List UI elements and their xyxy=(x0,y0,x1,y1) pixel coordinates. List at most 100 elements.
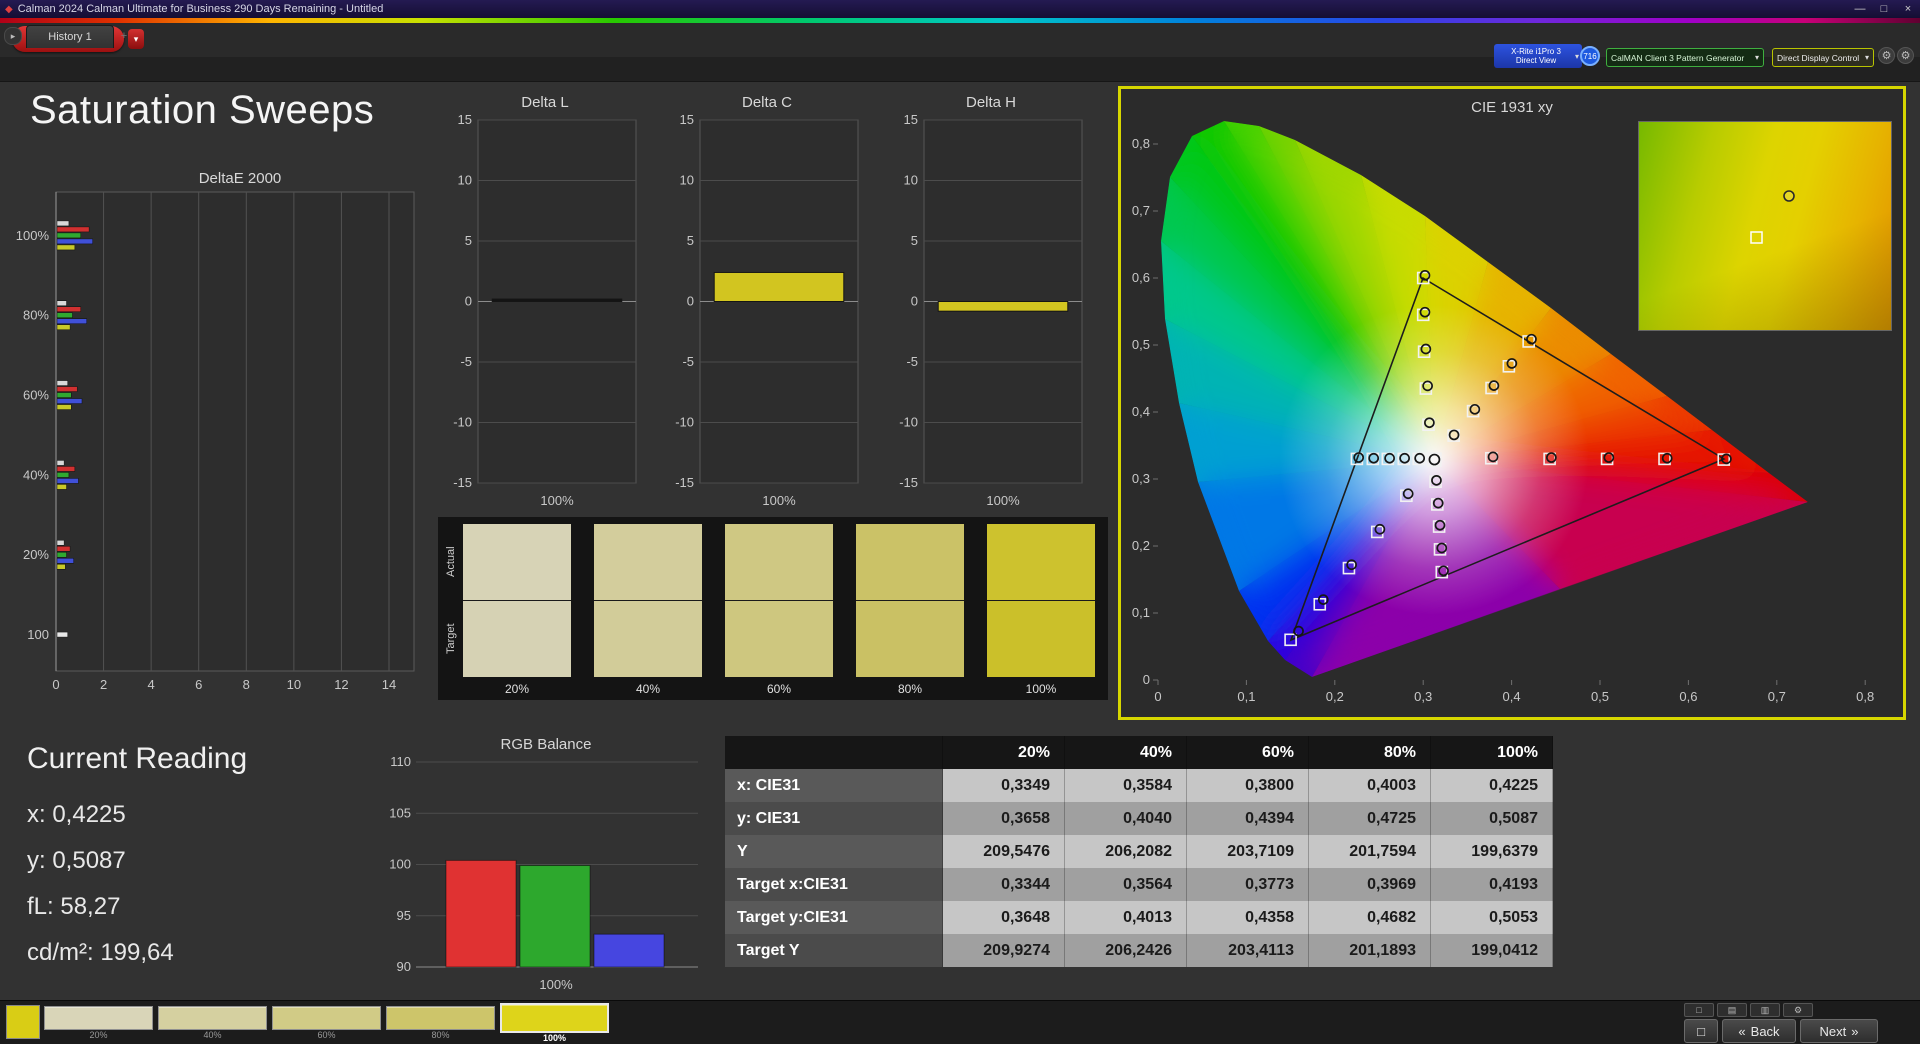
target-row-label: Target xyxy=(445,623,457,655)
deltae-bar xyxy=(56,472,70,478)
deltae-2000-chart: 0 2 4 6 8 10 12 14 100% 80% 60% 40% 20% 100 xyxy=(16,191,415,692)
patch-label: 100% xyxy=(542,1033,567,1043)
footer-tool-button-2[interactable]: ▥ xyxy=(1750,1003,1780,1017)
panel-expand-button[interactable]: ▸ xyxy=(4,27,22,45)
actual-swatch xyxy=(856,524,964,600)
target-swatch xyxy=(463,600,571,677)
table-header: 100% xyxy=(1431,736,1553,769)
swatch-column-100%: 100% xyxy=(987,524,1095,700)
chevron-down-icon: ▾ xyxy=(1754,53,1759,62)
saturation-patch-60%[interactable]: 60% xyxy=(272,1006,381,1041)
footer-tool-button-0[interactable]: □ xyxy=(1684,1003,1714,1017)
deltae-bar xyxy=(56,318,87,324)
svg-text:-10: -10 xyxy=(675,415,694,430)
meter-dropdown[interactable]: X-Rite i1Pro 3 Direct View ▾ xyxy=(1494,44,1582,68)
patch-label: 60% xyxy=(317,1030,336,1040)
cie-zoom-inset xyxy=(1638,121,1892,331)
table-cell: 201,7594 xyxy=(1309,835,1431,868)
table-cell: 0,4193 xyxy=(1431,868,1553,901)
svg-text:0,3: 0,3 xyxy=(1414,689,1432,704)
next-label: Next xyxy=(1819,1023,1847,1039)
svg-text:-15: -15 xyxy=(899,475,918,490)
footer-tool-button-1[interactable]: ▤ xyxy=(1717,1003,1747,1017)
minimize-button[interactable]: — xyxy=(1848,3,1872,15)
pattern-generator-dropdown[interactable]: CalMAN Client 3 Pattern Generator ▾ xyxy=(1606,48,1764,67)
gear-icon[interactable]: ⚙ xyxy=(1897,47,1914,64)
deltae-chart-title: DeltaE 2000 xyxy=(198,170,282,187)
svg-text:100: 100 xyxy=(27,627,49,642)
header: ◉ calman ▾ ▸ History 1 + X-Rite i1Pro 3D… xyxy=(0,23,1920,82)
table-cell: 201,1893 xyxy=(1309,934,1431,967)
meter-status-badge[interactable]: 716 xyxy=(1580,46,1600,66)
gear-icon[interactable]: ⚙ xyxy=(1878,47,1895,64)
table-cell: 0,4003 xyxy=(1309,769,1431,802)
table-header: 60% xyxy=(1187,736,1309,769)
display-control-dropdown[interactable]: Direct Display Control ▾ xyxy=(1772,48,1874,67)
table-header: 80% xyxy=(1309,736,1431,769)
table-cell: 203,4113 xyxy=(1187,934,1309,967)
deltae-bar xyxy=(56,238,93,245)
deltae-bar xyxy=(56,563,66,570)
footer-bar: 20% 40% 60% 80% 100% □ ▤ ▥ ⚙ □ « Back Next » xyxy=(0,1000,1920,1044)
svg-text:0: 0 xyxy=(687,294,694,309)
logo-dropdown-arrow[interactable]: ▾ xyxy=(128,29,144,49)
saturation-patch-20%[interactable]: 20% xyxy=(44,1006,153,1041)
footer-tool-button-3[interactable]: ⚙ xyxy=(1783,1003,1813,1017)
target-swatch xyxy=(725,600,833,677)
maximize-button[interactable]: □ xyxy=(1872,3,1896,15)
table-cell: 0,4225 xyxy=(1431,769,1553,802)
svg-text:0: 0 xyxy=(911,294,918,309)
svg-text:100%: 100% xyxy=(540,493,574,508)
saturation-patch-100%[interactable]: 100% xyxy=(500,1003,609,1044)
delta-h-chart: 15 10 5 0 -5 -10 -15 100% xyxy=(899,112,1083,508)
svg-text:-15: -15 xyxy=(675,475,694,490)
deltae-bar xyxy=(56,226,90,233)
target-swatch xyxy=(856,600,964,677)
svg-text:0,7: 0,7 xyxy=(1132,203,1150,218)
deltae-bar xyxy=(56,324,71,330)
swatch-column-label: 60% xyxy=(766,681,792,696)
deltae-bar xyxy=(56,484,67,490)
deltae-bar xyxy=(56,312,73,318)
rgb-bar-blue xyxy=(593,933,665,968)
svg-text:0,2: 0,2 xyxy=(1132,538,1150,553)
table-cell: 0,4013 xyxy=(1065,901,1187,934)
svg-text:5: 5 xyxy=(687,233,694,248)
patch-label: 80% xyxy=(431,1030,450,1040)
svg-text:10: 10 xyxy=(904,173,918,188)
delta-c-chart-title: Delta C xyxy=(741,94,793,111)
saturation-patch-40%[interactable]: 40% xyxy=(158,1006,267,1041)
table-cell: 0,4394 xyxy=(1187,802,1309,835)
swatch-column-20%: 20% xyxy=(463,524,571,700)
svg-text:0,4: 0,4 xyxy=(1132,404,1150,419)
pattern-generator-label: CalMAN Client 3 Pattern Generator xyxy=(1611,52,1745,63)
swatch-column-label: 80% xyxy=(897,681,923,696)
page-title: Saturation Sweeps xyxy=(30,88,375,132)
svg-text:-10: -10 xyxy=(453,415,472,430)
table-row-label: Y xyxy=(725,835,943,868)
svg-text:0,2: 0,2 xyxy=(1326,689,1344,704)
deltae-bar xyxy=(56,557,74,564)
actual-swatch xyxy=(594,524,702,600)
back-button[interactable]: « Back xyxy=(1722,1019,1796,1043)
saturation-patch-80%[interactable]: 80% xyxy=(386,1006,495,1041)
patch-color-block xyxy=(272,1006,381,1030)
deltae-bar xyxy=(56,244,76,251)
inset-measured-circle xyxy=(1783,190,1795,202)
svg-text:0,8: 0,8 xyxy=(1132,136,1150,151)
delta-l-chart-title: Delta L xyxy=(521,94,569,111)
swatch-column-label: 40% xyxy=(635,681,661,696)
table-cell: 0,5087 xyxy=(1431,802,1553,835)
display-control-label: Direct Display Control xyxy=(1777,52,1860,63)
pattern-window-button[interactable]: □ xyxy=(1684,1019,1718,1043)
delta-bar xyxy=(713,271,845,303)
next-button[interactable]: Next » xyxy=(1800,1019,1878,1043)
rgb-bar-red xyxy=(445,859,517,968)
add-tab-button[interactable]: + xyxy=(118,30,130,42)
svg-text:0: 0 xyxy=(465,294,472,309)
close-button[interactable]: × xyxy=(1896,3,1920,15)
tab-history-1[interactable]: History 1 xyxy=(26,25,114,48)
svg-text:0,4: 0,4 xyxy=(1503,689,1521,704)
cie-zoom-inset-markers xyxy=(1750,190,1795,244)
svg-text:0,6: 0,6 xyxy=(1132,270,1150,285)
